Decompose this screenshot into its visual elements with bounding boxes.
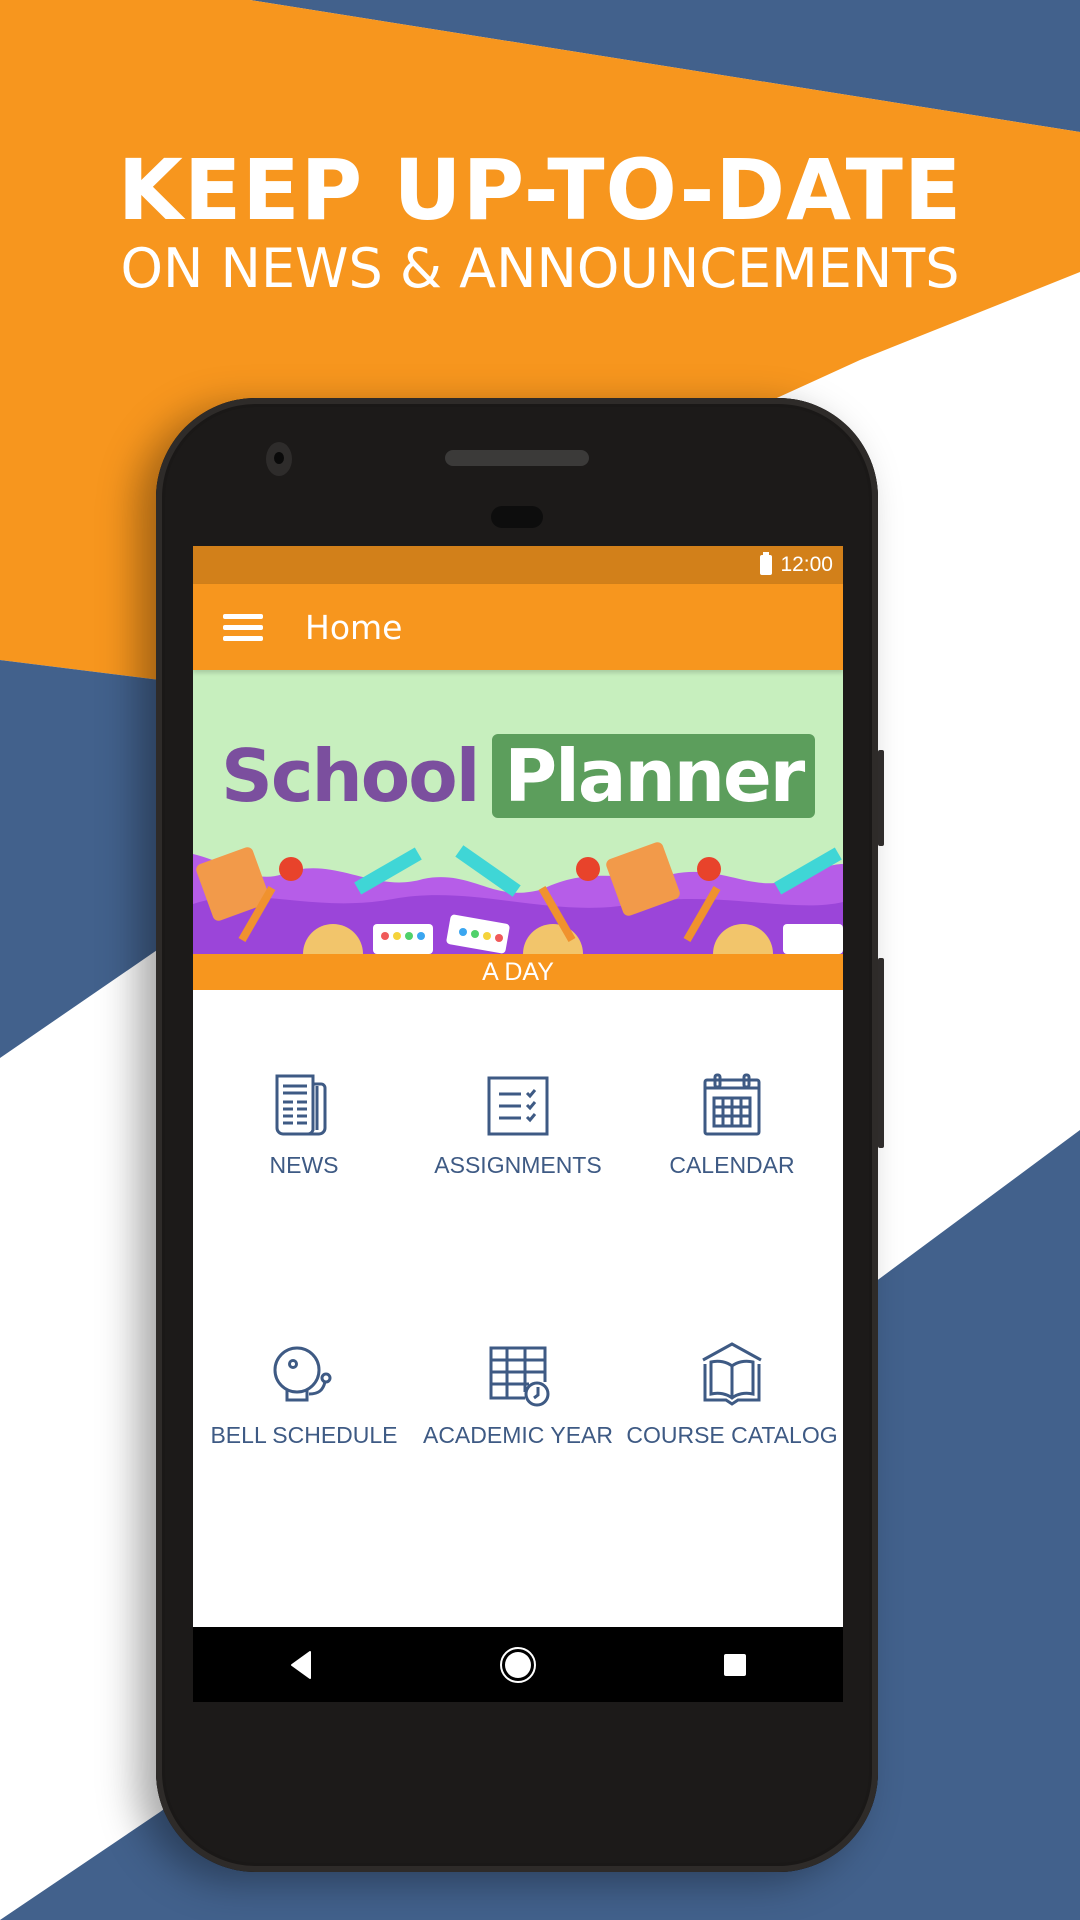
menu-item-news[interactable]: NEWS: [197, 990, 411, 1260]
recents-button[interactable]: [705, 1635, 765, 1695]
back-triangle-icon: [291, 1650, 312, 1679]
day-indicator: A DAY: [193, 954, 843, 990]
banner-title-planner: Planner: [492, 734, 816, 818]
recents-square-icon: [723, 1653, 746, 1676]
school-planner-banner: School Planner: [193, 670, 843, 954]
menu-item-label: CALENDAR: [669, 1151, 795, 1178]
menu-grid: NEWS ASSIGNMENTS CALENDAR BELL SCHEDULE …: [193, 990, 843, 1530]
menu-item-calendar[interactable]: CALENDAR: [625, 990, 839, 1260]
back-button[interactable]: [271, 1635, 331, 1695]
promo-headline: KEEP UP-TO-DATE ON NEWS & ANNOUNCEMENTS: [0, 140, 1080, 302]
app-bar-title: Home: [305, 607, 403, 647]
proximity-sensor: [491, 506, 543, 528]
battery-icon: [760, 552, 773, 575]
menu-item-course-catalog[interactable]: COURSE CATALOG: [625, 1260, 839, 1530]
front-camera: [266, 442, 292, 476]
menu-item-assignments[interactable]: ASSIGNMENTS: [411, 990, 625, 1260]
hamburger-menu-icon[interactable]: [223, 608, 263, 647]
open-book-icon: [702, 1341, 762, 1406]
menu-item-bell-schedule[interactable]: BELL SCHEDULE: [197, 1260, 411, 1530]
menu-item-label: COURSE CATALOG: [626, 1421, 838, 1448]
headline-title: KEEP UP-TO-DATE: [117, 141, 963, 239]
menu-item-academic-year[interactable]: ACADEMIC YEAR: [411, 1260, 625, 1530]
banner-logo: School Planner: [221, 734, 816, 818]
status-bar: 12:00: [193, 546, 843, 584]
checklist-icon: [487, 1076, 549, 1135]
power-button: [878, 750, 884, 846]
menu-item-label: BELL SCHEDULE: [210, 1421, 398, 1448]
headline-subtitle: ON NEWS & ANNOUNCEMENTS: [120, 237, 960, 300]
app-bar: Home: [193, 584, 843, 670]
home-circle-icon: [499, 1646, 536, 1683]
home-button[interactable]: [488, 1635, 548, 1695]
schedule-clock-icon: [489, 1346, 550, 1406]
banner-title-school: School: [221, 734, 480, 818]
bell-icon: [273, 1346, 332, 1401]
phone-screen: 12:00 Home School Planner A DAY NEWS ASS…: [193, 546, 843, 1702]
newspaper-icon: [275, 1074, 327, 1135]
menu-item-label: NEWS: [269, 1151, 339, 1178]
menu-item-label: ASSIGNMENTS: [434, 1151, 602, 1178]
volume-button: [878, 958, 884, 1148]
earpiece-speaker: [445, 450, 589, 466]
calendar-icon: [703, 1073, 761, 1135]
menu-item-label: ACADEMIC YEAR: [422, 1421, 613, 1448]
school-supplies-illustration: [193, 842, 843, 954]
status-time: 12:00: [780, 553, 833, 576]
android-nav-bar: [193, 1627, 843, 1702]
